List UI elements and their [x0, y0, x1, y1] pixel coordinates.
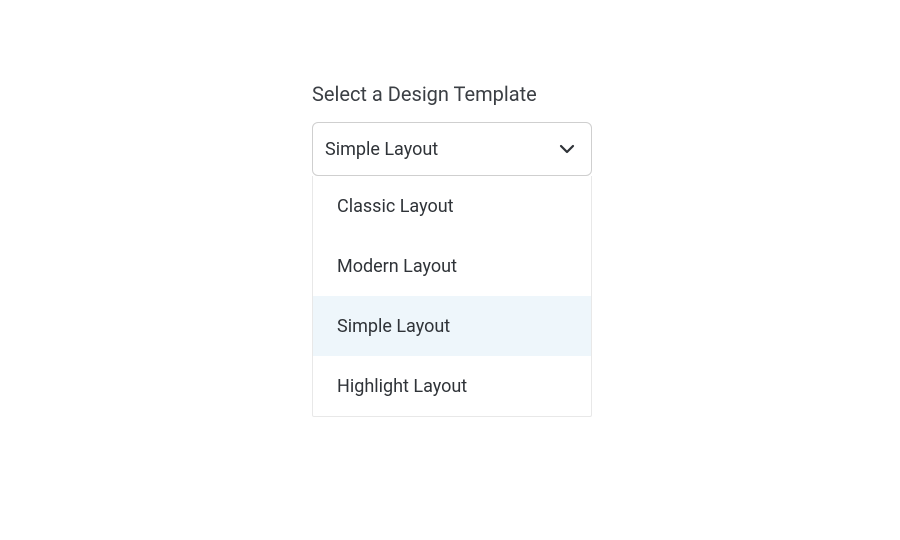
chevron-down-icon — [559, 141, 575, 157]
template-select-trigger[interactable]: Simple Layout — [312, 122, 592, 176]
option-label: Simple Layout — [337, 316, 450, 337]
field-label: Select a Design Template — [312, 82, 592, 106]
option-label: Highlight Layout — [337, 376, 467, 397]
template-option-classic[interactable]: Classic Layout — [313, 176, 591, 236]
option-label: Modern Layout — [337, 256, 457, 277]
template-select-value: Simple Layout — [325, 139, 438, 160]
template-option-simple[interactable]: Simple Layout — [313, 296, 591, 356]
option-label: Classic Layout — [337, 196, 454, 217]
template-option-highlight[interactable]: Highlight Layout — [313, 356, 591, 416]
template-option-modern[interactable]: Modern Layout — [313, 236, 591, 296]
template-dropdown: Classic Layout Modern Layout Simple Layo… — [312, 176, 592, 417]
